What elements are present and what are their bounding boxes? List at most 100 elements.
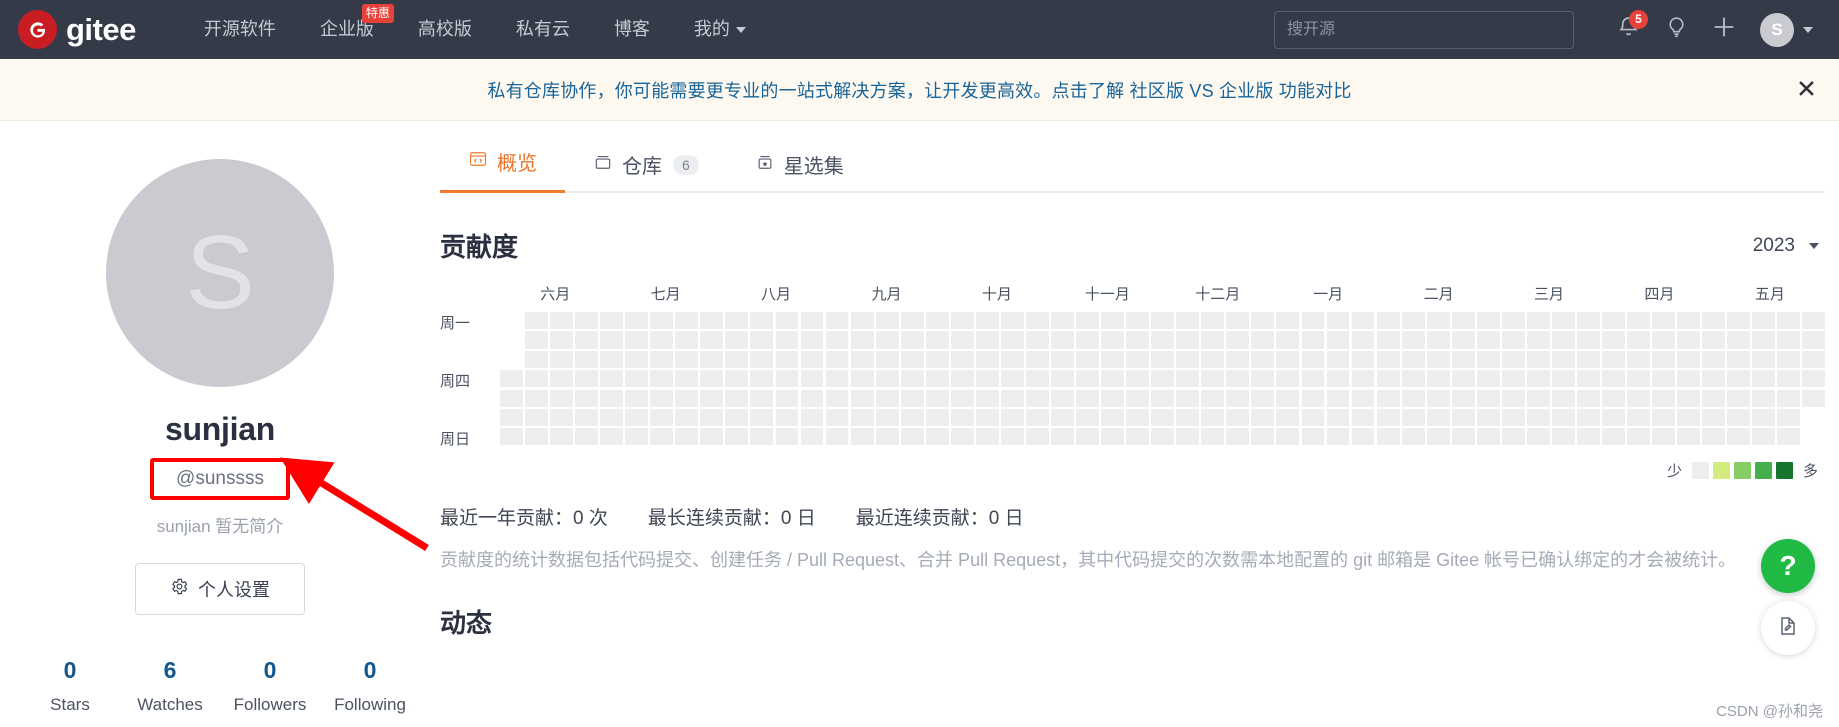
- contribution-cell[interactable]: [875, 350, 899, 368]
- contribution-cell[interactable]: [1276, 428, 1300, 446]
- contribution-cell[interactable]: [1201, 370, 1225, 388]
- contribution-cell[interactable]: [850, 331, 874, 349]
- contribution-cell[interactable]: [1151, 408, 1175, 427]
- contribution-cell[interactable]: [1677, 389, 1701, 407]
- contribution-cell[interactable]: [1577, 312, 1600, 330]
- contribution-cell[interactable]: [1802, 409, 1825, 426]
- contribution-cell[interactable]: [1051, 428, 1074, 446]
- contribution-cell[interactable]: [1126, 389, 1150, 407]
- contribution-cell[interactable]: [1401, 370, 1425, 388]
- contribution-cell[interactable]: [925, 370, 949, 388]
- nav-item-education[interactable]: 高校版: [396, 0, 494, 59]
- contribution-cell[interactable]: [1376, 408, 1400, 427]
- contribution-cell[interactable]: [625, 350, 649, 368]
- contribution-cell[interactable]: [725, 389, 749, 407]
- contribution-cell[interactable]: [1526, 312, 1550, 330]
- contribution-cell[interactable]: [500, 408, 523, 427]
- contribution-cell[interactable]: [1526, 389, 1550, 407]
- contribution-cell[interactable]: [1677, 370, 1701, 388]
- contribution-cell[interactable]: [550, 370, 573, 388]
- contribution-cell[interactable]: [1301, 312, 1325, 330]
- contribution-cell[interactable]: [1301, 370, 1325, 388]
- contribution-cell[interactable]: [500, 428, 523, 446]
- contribution-cell[interactable]: [1401, 312, 1425, 330]
- contribution-cell[interactable]: [650, 428, 674, 446]
- contribution-cell[interactable]: [600, 350, 624, 368]
- contribution-cell[interactable]: [525, 389, 548, 407]
- contribution-cell[interactable]: [1101, 389, 1124, 407]
- contribution-cell[interactable]: [1777, 408, 1801, 427]
- contribution-cell[interactable]: [925, 331, 949, 349]
- contribution-cell[interactable]: [1602, 350, 1625, 368]
- contribution-cell[interactable]: [525, 370, 548, 388]
- contribution-cell[interactable]: [1226, 350, 1250, 368]
- contribution-cell[interactable]: [1401, 389, 1425, 407]
- search-input[interactable]: [1274, 10, 1574, 49]
- contribution-cell[interactable]: [1000, 428, 1024, 446]
- contribution-cell[interactable]: [950, 389, 974, 407]
- contribution-cell[interactable]: [1376, 389, 1400, 407]
- contribution-cell[interactable]: [1151, 370, 1175, 388]
- contribution-cell[interactable]: [950, 370, 974, 388]
- personal-settings-button[interactable]: 个人设置: [135, 563, 305, 615]
- contribution-cell[interactable]: [575, 350, 598, 368]
- contribution-cell[interactable]: [1627, 370, 1650, 388]
- contribution-cell[interactable]: [1602, 428, 1625, 446]
- contribution-cell[interactable]: [1000, 408, 1024, 427]
- contribution-cell[interactable]: [700, 331, 724, 349]
- contribution-cell[interactable]: [750, 428, 774, 446]
- contribution-cell[interactable]: [925, 389, 949, 407]
- contribution-cell[interactable]: [1577, 428, 1600, 446]
- contribution-cell[interactable]: [1802, 428, 1825, 445]
- contribution-cell[interactable]: [1501, 408, 1525, 427]
- contribution-cell[interactable]: [1401, 331, 1425, 349]
- contribution-cell[interactable]: [1351, 331, 1375, 349]
- contribution-cell[interactable]: [1051, 331, 1074, 349]
- contribution-cell[interactable]: [500, 389, 523, 407]
- contribution-cell[interactable]: [1802, 350, 1826, 368]
- contribution-cell[interactable]: [1051, 389, 1074, 407]
- contribution-cell[interactable]: [1677, 331, 1701, 349]
- contribution-cell[interactable]: [775, 331, 799, 349]
- contribution-cell[interactable]: [1501, 428, 1525, 446]
- contribution-cell[interactable]: [1551, 370, 1575, 388]
- contribution-cell[interactable]: [1201, 408, 1225, 427]
- contribution-cell[interactable]: [650, 408, 674, 427]
- contribution-cell[interactable]: [1526, 331, 1550, 349]
- contribution-cell[interactable]: [1727, 389, 1751, 407]
- contribution-cell[interactable]: [1501, 350, 1525, 368]
- contribution-cell[interactable]: [550, 350, 573, 368]
- contribution-cell[interactable]: [750, 370, 774, 388]
- contribution-cell[interactable]: [1802, 370, 1826, 388]
- contribution-cell[interactable]: [975, 312, 999, 330]
- contribution-cell[interactable]: [1101, 428, 1124, 446]
- contribution-cell[interactable]: [900, 331, 924, 349]
- contribution-cell[interactable]: [875, 370, 899, 388]
- contribution-cell[interactable]: [675, 370, 699, 388]
- tab-repositories[interactable]: 仓库 6: [565, 150, 727, 193]
- contribution-cell[interactable]: [950, 408, 974, 427]
- contribution-cell[interactable]: [1201, 350, 1225, 368]
- contribution-cell[interactable]: [1176, 408, 1200, 427]
- create-new-button[interactable]: [1700, 6, 1748, 54]
- contribution-cell[interactable]: [875, 389, 899, 407]
- contribution-cell[interactable]: [750, 350, 774, 368]
- contribution-cell[interactable]: [625, 428, 649, 446]
- nav-item-privatecloud[interactable]: 私有云: [494, 0, 592, 59]
- contribution-cell[interactable]: [575, 331, 598, 349]
- contribution-cell[interactable]: [900, 408, 924, 427]
- contribution-cell[interactable]: [1076, 370, 1099, 388]
- stat-stars[interactable]: 0 Stars: [20, 657, 120, 715]
- contribution-cell[interactable]: [1752, 428, 1776, 446]
- contribution-cell[interactable]: [800, 331, 824, 349]
- contribution-cell[interactable]: [775, 389, 799, 407]
- profile-avatar[interactable]: S: [106, 159, 334, 387]
- contribution-cell[interactable]: [825, 408, 849, 427]
- contribution-cell[interactable]: [1551, 408, 1575, 427]
- contribution-cell[interactable]: [1025, 350, 1049, 368]
- contribution-cell[interactable]: [600, 312, 624, 330]
- contribution-cell[interactable]: [725, 408, 749, 427]
- contribution-cell[interactable]: [1251, 312, 1275, 330]
- contribution-cell[interactable]: [1326, 331, 1350, 349]
- contribution-cell[interactable]: [900, 350, 924, 368]
